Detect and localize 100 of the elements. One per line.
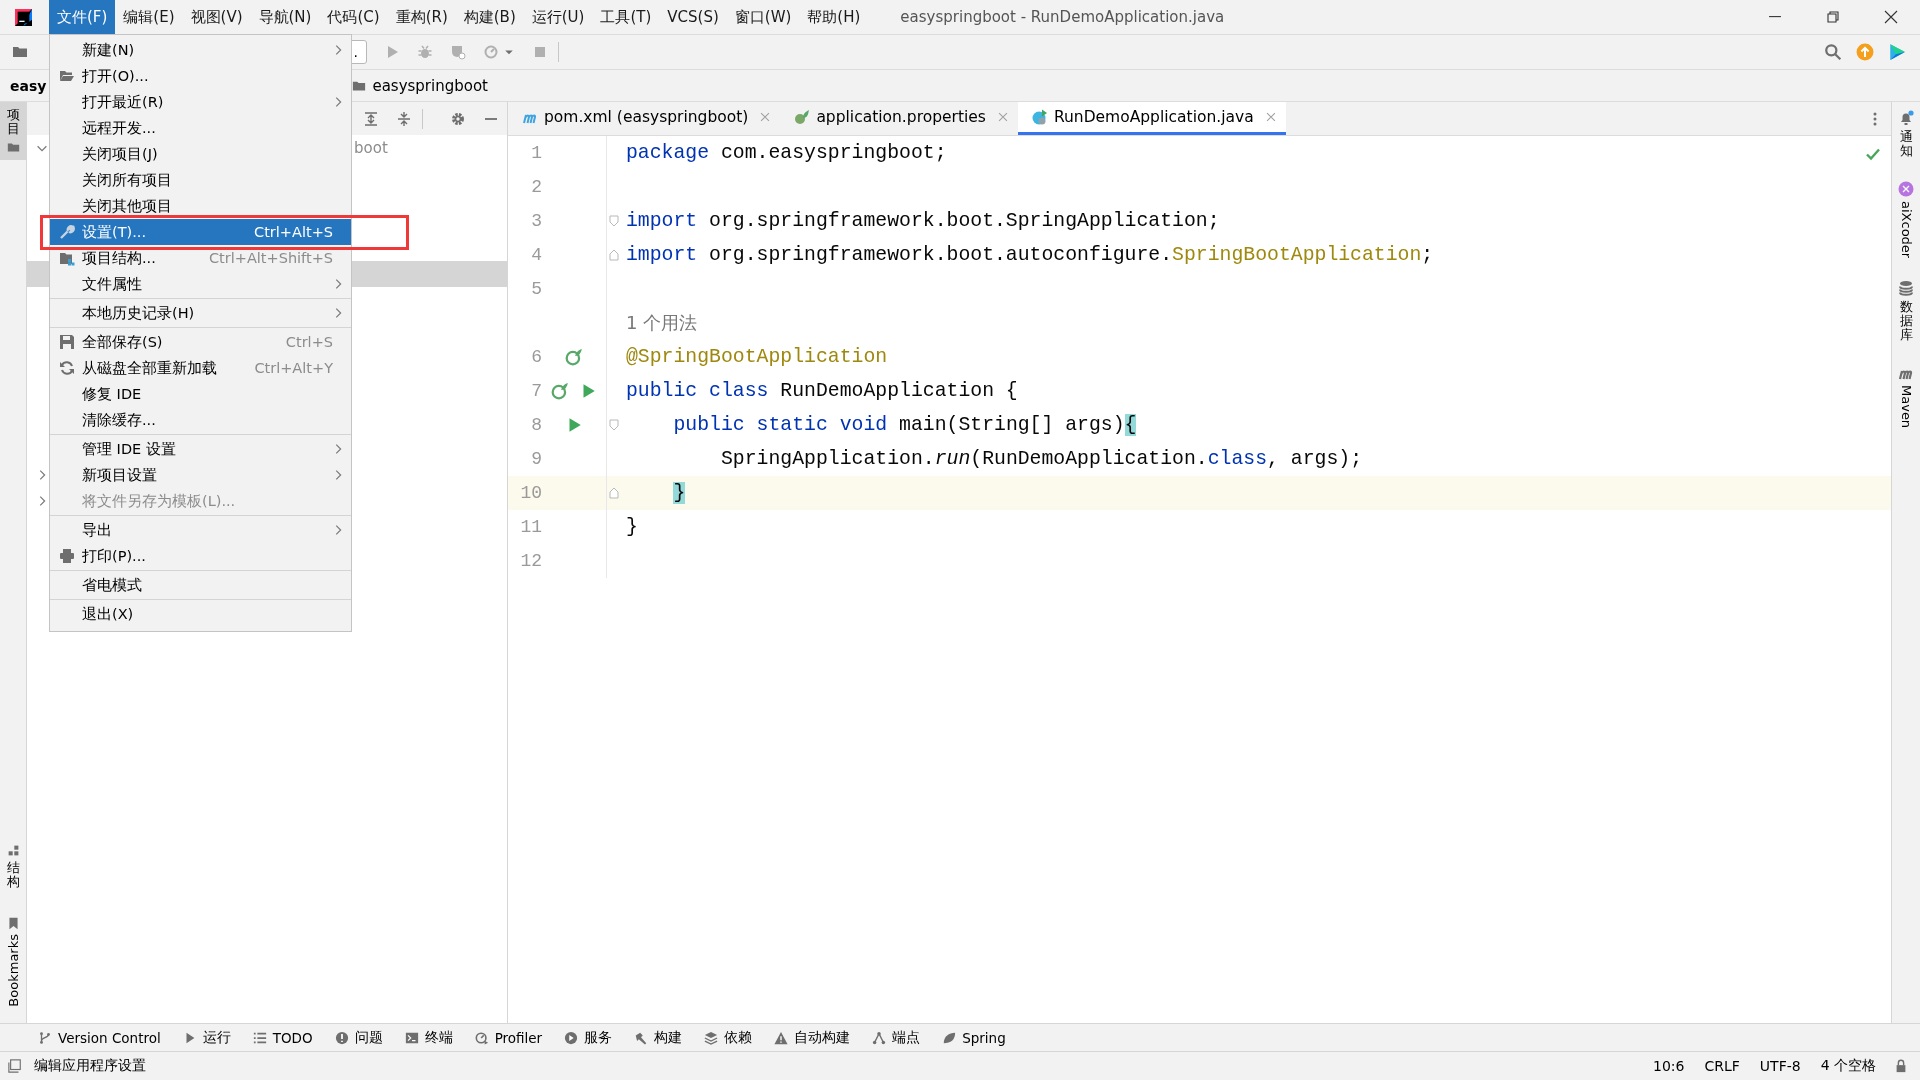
code-line: package com.easyspringboot;: [625, 142, 947, 164]
tool-window-button[interactable]: Spring: [942, 1029, 1006, 1046]
menu-item[interactable]: 导出: [50, 517, 351, 543]
tool-window-tab[interactable]: 结构: [0, 837, 26, 896]
fold-marker-icon[interactable]: [608, 249, 620, 261]
menu-item[interactable]: 从磁盘全部重新加载 Ctrl+Alt+Y: [50, 355, 351, 381]
tool-window-button[interactable]: 端点: [872, 1028, 921, 1047]
update-icon[interactable]: [1856, 43, 1874, 61]
tool-window-button[interactable]: Version Control: [38, 1029, 161, 1046]
fold-marker-icon[interactable]: [608, 215, 620, 227]
play-circle-icon: [564, 1030, 579, 1045]
window-title: easyspringboot - RunDemoApplication.java: [900, 8, 1225, 26]
bean-icon[interactable]: [551, 382, 569, 400]
menu-item[interactable]: 本地历史记录(H): [50, 300, 351, 326]
line-number: 6: [530, 347, 542, 367]
indent-setting[interactable]: 4 个空格: [1820, 1057, 1876, 1075]
wrench-icon: [59, 224, 75, 240]
layers-icon: [704, 1030, 719, 1045]
structure-icon: [6, 843, 20, 857]
caret-position[interactable]: 10:6: [1653, 1058, 1685, 1074]
menu-item[interactable]: 关闭所有项目: [50, 167, 351, 193]
menu-item[interactable]: 省电模式: [50, 572, 351, 598]
tool-window-button[interactable]: 依赖: [704, 1028, 753, 1047]
tool-window-button[interactable]: 终端: [404, 1028, 453, 1047]
expand-all-icon[interactable]: [363, 110, 379, 127]
tool-window-button[interactable]: Profiler: [474, 1029, 543, 1046]
menu-bar-item[interactable]: 代码(C): [319, 0, 388, 34]
terminal-icon: [404, 1030, 419, 1045]
menu-bar-item[interactable]: 视图(V): [182, 0, 251, 34]
menu-item[interactable]: 远程开发...: [50, 115, 351, 141]
collapse-all-icon[interactable]: [396, 110, 412, 127]
tool-window-tab[interactable]: aiXcoder: [1898, 180, 1914, 258]
menu-item[interactable]: 设置(T)... Ctrl+Alt+S: [50, 219, 351, 245]
fold-marker-icon[interactable]: [608, 419, 620, 431]
breadcrumb-project[interactable]: easy: [10, 77, 47, 94]
bean-icon[interactable]: [565, 348, 583, 366]
leaf-file-icon: [794, 109, 811, 125]
tool-window-button[interactable]: 自动构建: [774, 1028, 851, 1047]
code-line: public class RunDemoApplication {: [625, 380, 1018, 402]
file-encoding[interactable]: UTF-8: [1759, 1058, 1801, 1074]
tool-window-button[interactable]: 问题: [334, 1028, 383, 1047]
gauge-icon[interactable]: [483, 44, 499, 60]
menu-item[interactable]: 退出(X): [50, 601, 351, 627]
tool-window-tab[interactable]: 通知: [1898, 110, 1914, 159]
stop-icon[interactable]: [532, 44, 548, 60]
menu-bar-item[interactable]: 帮助(H): [799, 0, 869, 34]
settings-icon[interactable]: [450, 110, 466, 127]
restore-icon: [1825, 9, 1841, 25]
tool-window-tab[interactable]: Maven: [1898, 364, 1914, 428]
folder-icon[interactable]: [12, 44, 28, 60]
editor-tab[interactable]: pom.xml (easyspringboot): [508, 102, 781, 135]
menu-item[interactable]: 新项目设置: [50, 462, 351, 488]
tool-window-button[interactable]: 运行: [182, 1028, 231, 1047]
line-number: 2: [530, 177, 542, 197]
fold-marker-icon[interactable]: [608, 487, 620, 499]
usage-hint[interactable]: 1 个用法: [623, 311, 698, 335]
tool-window-tab[interactable]: 数据库: [1898, 279, 1914, 343]
tree-item-label[interactable]: boot: [354, 139, 388, 157]
line-number: 8: [530, 415, 542, 435]
triangle-logo-icon[interactable]: [1888, 43, 1906, 61]
menu-bar-item[interactable]: 重构(R): [387, 0, 456, 34]
menu-bar-item[interactable]: 文件(F): [49, 0, 116, 34]
menu-bar-item[interactable]: 编辑(E): [115, 0, 183, 34]
line-number: 5: [530, 279, 542, 299]
menu-item[interactable]: 项目结构... Ctrl+Alt+Shift+S: [50, 245, 351, 271]
menu-bar-item[interactable]: 构建(B): [455, 0, 524, 34]
lock-icon[interactable]: [1894, 1059, 1908, 1073]
shield-icon[interactable]: [450, 44, 466, 60]
menu-item[interactable]: 打印(P)...: [50, 543, 351, 569]
menu-item[interactable]: 关闭其他项目: [50, 193, 351, 219]
menu-item[interactable]: 关闭项目(J): [50, 141, 351, 167]
search-icon[interactable]: [1824, 43, 1842, 61]
menu-bar-item[interactable]: 导航(N): [250, 0, 320, 34]
menu-item[interactable]: 全部保存(S) Ctrl+S: [50, 329, 351, 355]
line-number: 1: [530, 143, 542, 163]
menu-bar-item[interactable]: 窗口(W): [726, 0, 800, 34]
panel-toggle-icon[interactable]: [8, 1059, 22, 1073]
line-number: 9: [530, 449, 542, 469]
menu-item[interactable]: 修复 IDE: [50, 381, 351, 407]
menu-item[interactable]: 清除缓存...: [50, 407, 351, 433]
list-icon: [252, 1030, 267, 1045]
class-file-icon: [1031, 109, 1048, 125]
breadcrumb-folder[interactable]: easyspringboot: [372, 76, 488, 95]
menu-item[interactable]: 管理 IDE 设置: [50, 436, 351, 462]
menu-item[interactable]: 打开(O)...: [50, 63, 351, 89]
menu-item[interactable]: 新建(N): [50, 37, 351, 63]
bug-icon[interactable]: [417, 44, 433, 60]
menu-bar-item[interactable]: 工具(T): [592, 0, 660, 34]
menu-item[interactable]: 打开最近(R): [50, 89, 351, 115]
tool-window-button[interactable]: TODO: [252, 1029, 313, 1046]
editor-tab[interactable]: RunDemoApplication.java: [1017, 102, 1286, 135]
menu-bar-item[interactable]: 运行(U): [523, 0, 593, 34]
tool-window-tab[interactable]: 项目: [0, 102, 26, 160]
tool-window-button[interactable]: 服务: [564, 1028, 613, 1047]
tool-window-tab[interactable]: Bookmarks: [0, 911, 26, 1013]
menu-bar-item[interactable]: VCS(S): [659, 0, 727, 34]
tool-window-button[interactable]: 构建: [634, 1028, 683, 1047]
line-separator[interactable]: CRLF: [1704, 1058, 1740, 1074]
editor-tab[interactable]: application.properties: [780, 102, 1018, 135]
menu-item[interactable]: 文件属性: [50, 271, 351, 297]
